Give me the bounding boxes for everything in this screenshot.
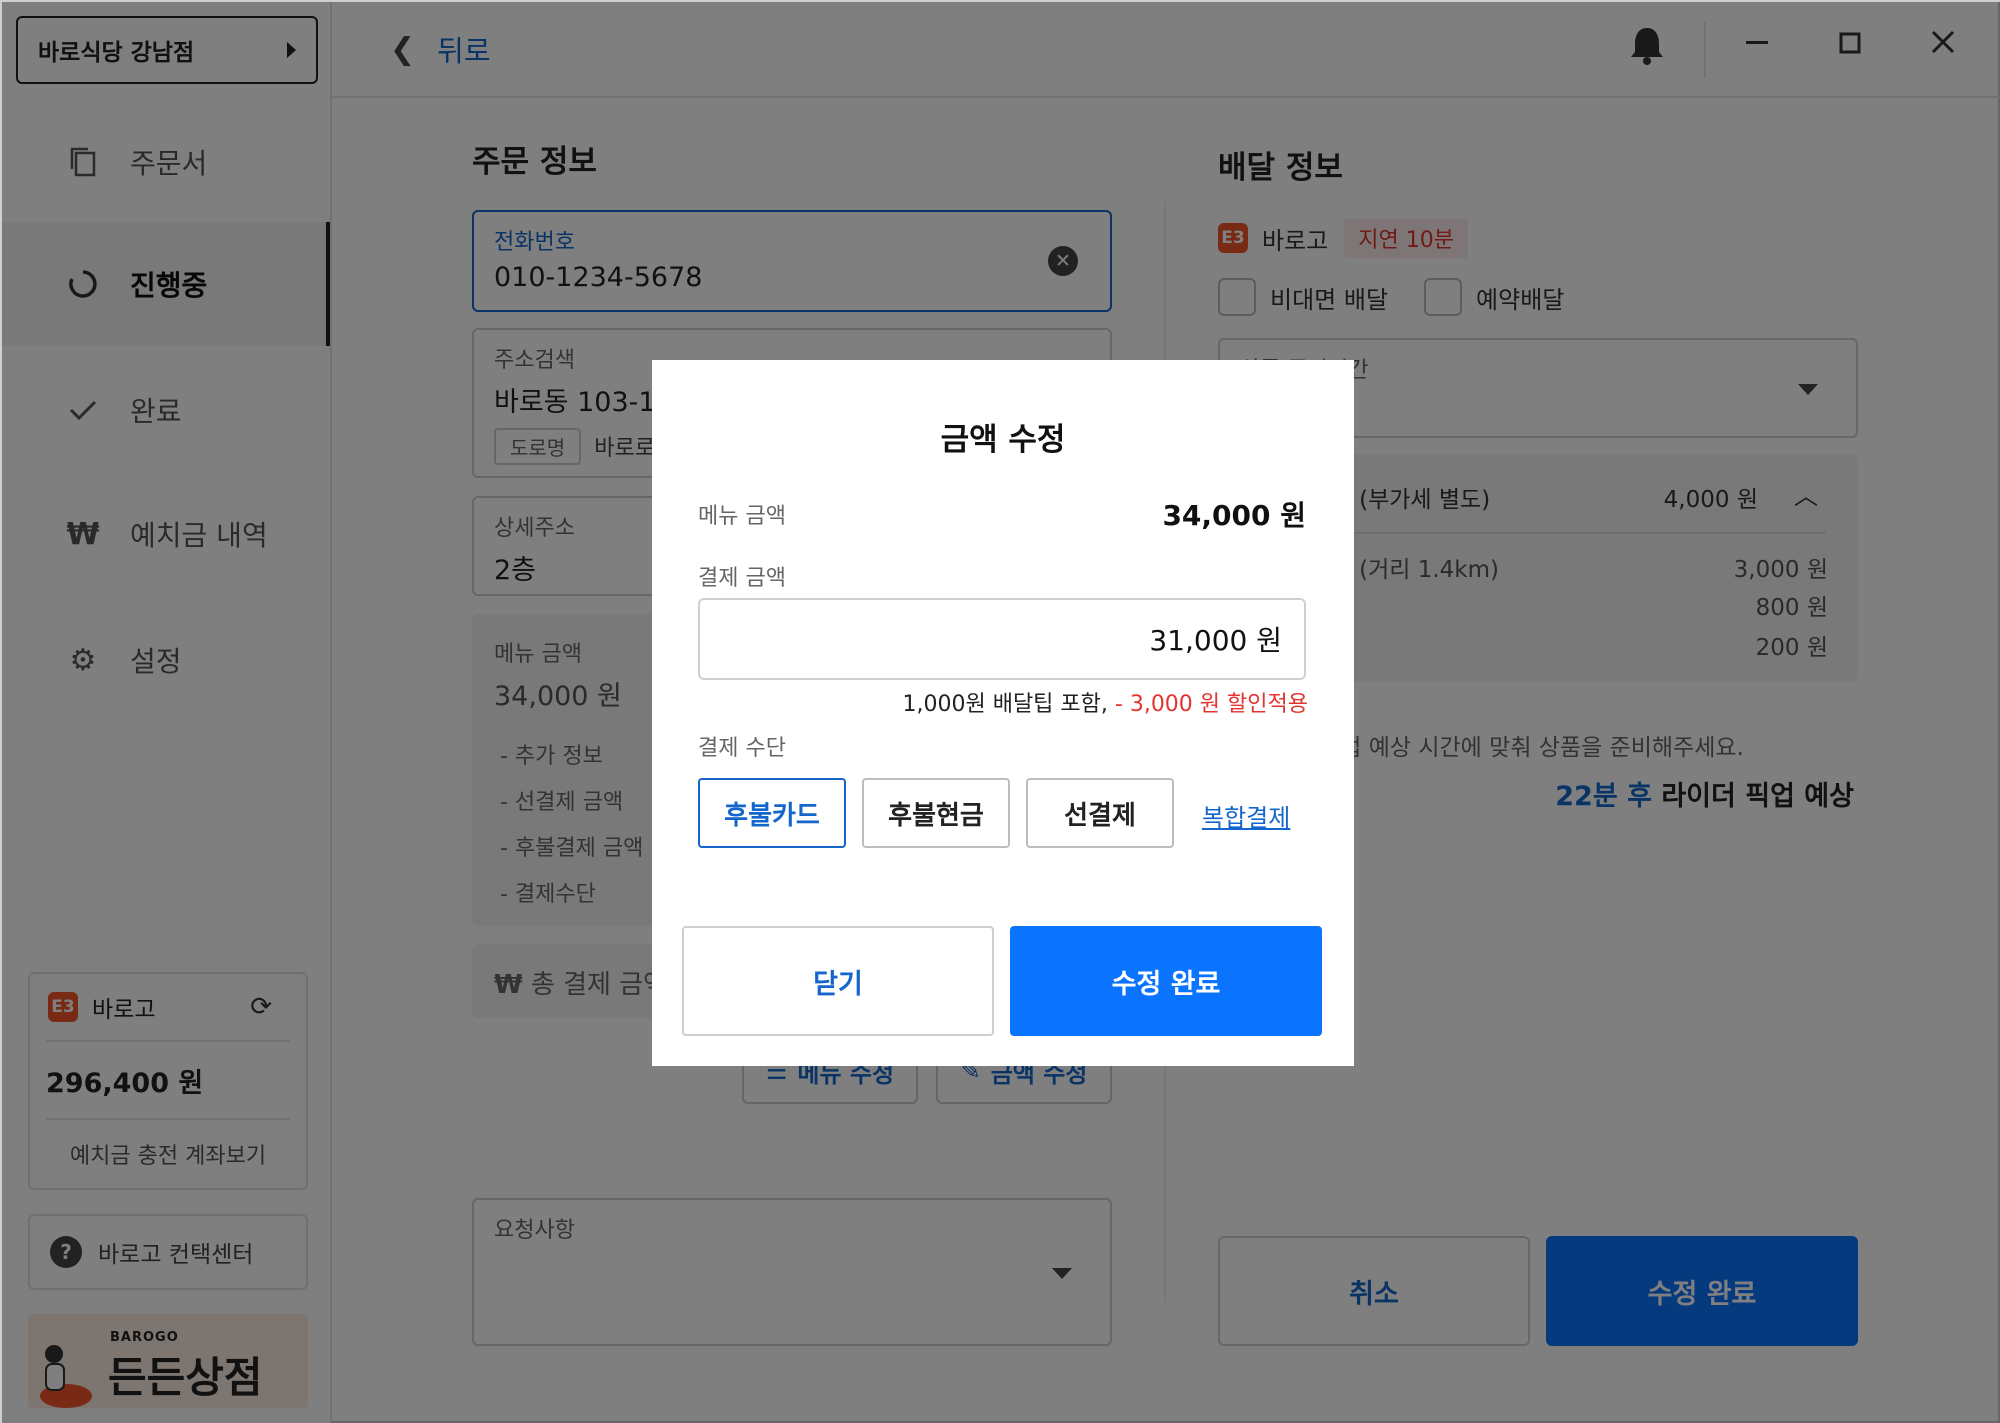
complex-payment-link[interactable]: 복합결제 [1202,798,1290,833]
method-postpaid-card[interactable]: 후불카드 [698,778,846,848]
method-postpaid-cash[interactable]: 후불현금 [862,778,1010,848]
amount-edit-modal: 금액 수정 메뉴 금액 34,000 원 결제 금액 31,000 원 1,00… [652,360,1354,1066]
modal-save-button[interactable]: 수정 완료 [1010,926,1322,1036]
modal-method-label: 결제 수단 [698,736,786,761]
hint-main: 1,000원 배달팁 포함, [902,692,1108,717]
modal-pay-label: 결제 금액 [698,566,786,591]
pay-hint: 1,000원 배달팁 포함, - 3,000 원 할인적용 [902,686,1308,718]
pay-amount-input[interactable]: 31,000 원 [698,598,1306,680]
modal-menu-label: 메뉴 금액 [698,504,786,529]
method-prepaid[interactable]: 선결제 [1026,778,1174,848]
hint-discount: - 3,000 원 할인적용 [1114,692,1308,717]
modal-title: 금액 수정 [940,422,1066,458]
modal-menu-amount: 34,000 원 [1162,499,1306,532]
modal-close-button[interactable]: 닫기 [682,926,994,1036]
app-window: 바로식당 강남점 주문서 진행중 완료 ₩ 예치금 내역 ⚙ [0,0,2000,1423]
